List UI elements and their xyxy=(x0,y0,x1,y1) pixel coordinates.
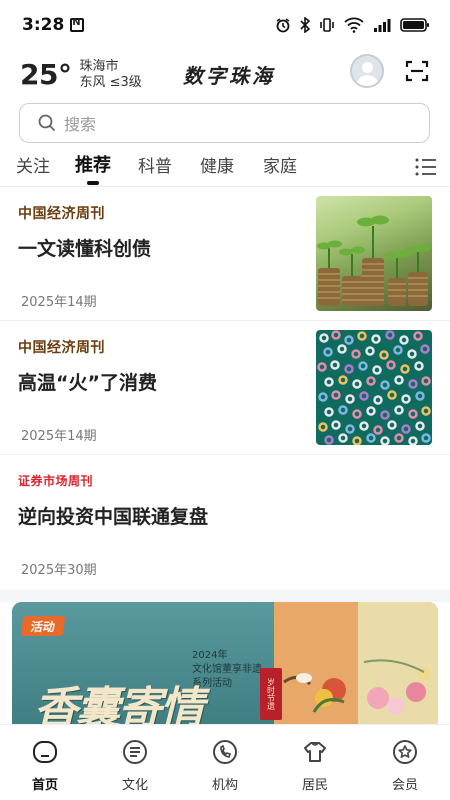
search-input[interactable]: 搜索 xyxy=(19,103,430,143)
nav-label: 首页 xyxy=(31,778,58,793)
bluetooth-icon xyxy=(300,17,310,33)
blossom-image xyxy=(363,659,431,715)
article-card[interactable]: 中国经济周刊 一文读懂科创债 2025年14期 xyxy=(0,187,450,321)
tab-follow[interactable]: 关注 xyxy=(16,152,50,177)
article-headline: 高温“火”了消费 xyxy=(18,372,157,394)
nav-home[interactable]: 首页 xyxy=(0,725,90,800)
nav-institution[interactable]: 机构 xyxy=(180,725,270,800)
avatar-body xyxy=(356,75,379,86)
status-bar: 3:28 xyxy=(0,0,450,50)
scan-icon xyxy=(405,60,429,82)
nfc-icon xyxy=(70,17,85,32)
battery-icon xyxy=(400,18,429,32)
nav-label: 会员 xyxy=(391,778,418,793)
status-left: 3:28 xyxy=(22,15,85,35)
nav-member[interactable]: 会员 xyxy=(360,725,450,800)
temperature: 25° xyxy=(20,58,72,91)
search-icon xyxy=(38,114,56,132)
category-tabs: 关注 推荐 科普 健康 家庭 xyxy=(0,148,450,186)
tab-recommended[interactable]: 推荐 xyxy=(75,151,111,177)
scan-button[interactable] xyxy=(405,59,429,83)
city-name: 珠海市 xyxy=(79,58,119,74)
article-card[interactable]: 中国经济周刊 高温“火”了消费 2025年14期 xyxy=(0,321,450,455)
status-time: 3:28 xyxy=(22,15,65,35)
activity-banner[interactable]: 活动 2024年 文化馆董享非遗 系列活动 香囊寄情 岁时节遗 xyxy=(12,602,438,724)
search-placeholder: 搜索 xyxy=(64,115,97,134)
wifi-icon xyxy=(344,17,364,33)
signal-icon xyxy=(374,19,391,32)
nav-label: 文化 xyxy=(121,778,148,793)
flower-bird-image xyxy=(283,673,346,713)
institution-icon xyxy=(213,740,237,764)
status-icons xyxy=(275,17,430,33)
article-source: 中国经济周刊 xyxy=(18,206,105,222)
article-headline: 逆向投资中国联通复盘 xyxy=(18,506,209,528)
seedlings-on-coins-image xyxy=(317,215,431,306)
article-thumbnail xyxy=(316,196,432,311)
nav-culture[interactable]: 文化 xyxy=(90,725,180,800)
bottom-nav: 首页 文化 机构 居民 会员 xyxy=(0,724,450,800)
banner-panel-orange xyxy=(274,602,358,724)
banner-panel-cream xyxy=(358,602,438,724)
activity-tag: 活动 xyxy=(20,616,66,636)
article-issue: 2025年14期 xyxy=(21,429,97,444)
section-gap xyxy=(0,590,450,602)
article-issue: 2025年30期 xyxy=(21,563,97,578)
banner-subtitle: 文化馆董享非遗 xyxy=(192,664,262,675)
list-menu-icon xyxy=(415,158,436,176)
weather-widget[interactable]: 25° 珠海市 东风 ≤3级 xyxy=(20,58,142,91)
article-issue: 2025年14期 xyxy=(21,295,97,310)
article-thumbnail xyxy=(316,330,432,445)
weather-info: 珠海市 东风 ≤3级 xyxy=(79,59,141,91)
colorful-beads-image xyxy=(317,330,431,445)
tab-family[interactable]: 家庭 xyxy=(263,152,297,177)
resident-icon xyxy=(304,742,326,762)
member-icon xyxy=(393,740,417,764)
home-icon xyxy=(33,741,57,763)
nav-label: 居民 xyxy=(301,778,328,793)
avatar-head xyxy=(362,62,373,73)
article-headline: 一文读懂科创债 xyxy=(18,238,152,260)
alarm-icon xyxy=(276,18,290,33)
tab-indicator xyxy=(87,181,99,185)
banner-year: 2024年 xyxy=(192,650,228,661)
article-card[interactable]: 证券市场周刊 逆向投资中国联通复盘 2025年30期 xyxy=(0,455,450,589)
article-source: 中国经济周刊 xyxy=(18,340,105,356)
banner-seal: 岁时节遗 xyxy=(260,668,282,720)
wind-info: 东风 ≤3级 xyxy=(79,74,142,90)
nav-resident[interactable]: 居民 xyxy=(270,725,360,800)
vibrate-icon xyxy=(320,18,334,32)
tab-menu-button[interactable] xyxy=(415,157,437,177)
banner-title: 香囊寄情 xyxy=(34,683,204,724)
culture-icon xyxy=(123,740,147,764)
app-title: 数字珠海 xyxy=(183,64,275,88)
avatar[interactable] xyxy=(350,54,384,88)
article-source: 证券市场周刊 xyxy=(18,474,94,488)
tab-science[interactable]: 科普 xyxy=(138,152,172,177)
tab-health[interactable]: 健康 xyxy=(200,152,234,177)
nav-label: 机构 xyxy=(211,778,238,793)
